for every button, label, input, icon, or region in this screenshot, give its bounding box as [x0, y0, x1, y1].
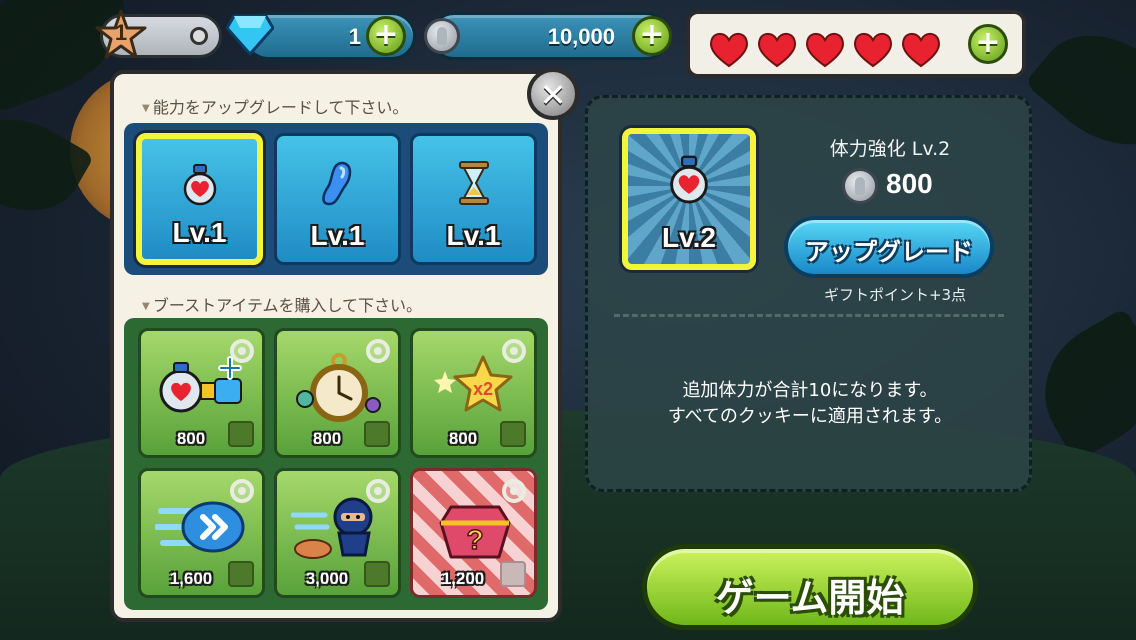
- svg-text:?: ?: [466, 524, 483, 555]
- heart-potion-icon: [183, 164, 216, 206]
- upgrade-preview-card: Lv.2: [622, 128, 756, 270]
- upgrade-price-value: 800: [886, 168, 933, 199]
- boost-select-checkbox[interactable]: [500, 561, 526, 587]
- boost-price: 800: [312, 429, 342, 448]
- boost-price: 1,600: [169, 569, 213, 588]
- upgrade-slot-health[interactable]: Lv.1: [136, 133, 263, 265]
- upgrade-section-title: 能力をアップグレードして下さい。: [142, 94, 409, 118]
- upgrade-slot-jelly[interactable]: Lv.1: [274, 133, 401, 265]
- preview-level-label: Lv.2: [662, 222, 716, 253]
- energy-potion-icon: [159, 356, 242, 413]
- exp-indicator-icon: [190, 27, 208, 45]
- description-line: 追加体力が合計10になります。: [682, 380, 938, 401]
- upgrade-level-label: Lv.1: [310, 220, 365, 251]
- boost-price: 800: [176, 429, 206, 448]
- upgrade-slot-time[interactable]: Lv.1: [410, 133, 537, 265]
- svg-text:x2: x2: [473, 379, 493, 399]
- ninja-cookie-icon: [291, 497, 373, 559]
- boost-item-ninja[interactable]: 3,000: [274, 468, 401, 598]
- coin-icon: [424, 18, 460, 54]
- heart-icon: [758, 32, 796, 68]
- boost-item-mystery[interactable]: ? 1,200: [410, 468, 537, 598]
- boost-item-dash[interactable]: 1,600: [138, 468, 265, 598]
- heart-icon: [710, 32, 748, 68]
- game-start-button[interactable]: ゲーム開始: [642, 544, 978, 630]
- boost-item-x2[interactable]: x2 800: [410, 328, 537, 458]
- gift-point-note: ギフトポイント+3点: [823, 286, 967, 304]
- boost-select-checkbox[interactable]: [364, 421, 390, 447]
- add-hearts-button[interactable]: +: [968, 24, 1008, 64]
- boost-select-checkbox[interactable]: [500, 421, 526, 447]
- coin-icon: [842, 168, 878, 204]
- background-leaf: [1024, 6, 1136, 174]
- jelly-bean-icon: [321, 161, 351, 206]
- heart-icon: [806, 32, 844, 68]
- coin-count: 10,000: [547, 24, 615, 49]
- boost-select-checkbox[interactable]: [364, 561, 390, 587]
- upgrade-description: 追加体力が合計10になります。 すべてのクッキーに適用されます。: [600, 378, 1020, 430]
- close-button[interactable]: ✕: [527, 68, 579, 120]
- add-gems-button[interactable]: +: [366, 16, 406, 56]
- boost-price: 1,200: [441, 569, 485, 588]
- boost-select-checkbox[interactable]: [228, 421, 254, 447]
- crystal-gem-icon: [225, 12, 275, 56]
- mystery-box-icon: ?: [439, 505, 511, 559]
- heart-icon: [902, 32, 940, 68]
- boost-item-watch[interactable]: 800: [274, 328, 401, 458]
- game-start-label: ゲーム開始: [715, 576, 905, 620]
- gem-count: 1: [348, 24, 361, 49]
- boost-item-energy[interactable]: 800: [138, 328, 265, 458]
- heart-icon: [854, 32, 892, 68]
- hearts-panel: +: [686, 10, 1026, 78]
- pocket-watch-icon: [296, 353, 381, 422]
- upgrade-stat-title: 体力強化 Lv.2: [829, 138, 951, 160]
- dash-boost-icon: [155, 501, 245, 553]
- player-level: 1: [114, 20, 128, 45]
- boost-select-checkbox[interactable]: [228, 561, 254, 587]
- boost-section-title: ブーストアイテムを購入して下さい。: [142, 292, 422, 316]
- x2-star-icon: x2: [434, 355, 513, 412]
- boost-price: 3,000: [305, 569, 349, 588]
- upgrade-button-label: アップグレード: [805, 238, 973, 266]
- hourglass-icon: [458, 161, 489, 205]
- panel-divider: [614, 314, 1004, 317]
- close-icon: ✕: [539, 76, 567, 114]
- boost-price: 800: [448, 429, 478, 448]
- add-coins-button[interactable]: +: [632, 16, 672, 56]
- upgrade-level-label: Lv.1: [172, 217, 227, 248]
- upgrade-button[interactable]: アップグレード: [784, 216, 994, 278]
- description-line: すべてのクッキーに適用されます。: [667, 406, 953, 427]
- upgrade-level-label: Lv.1: [446, 220, 501, 251]
- heart-potion-icon: [670, 155, 708, 204]
